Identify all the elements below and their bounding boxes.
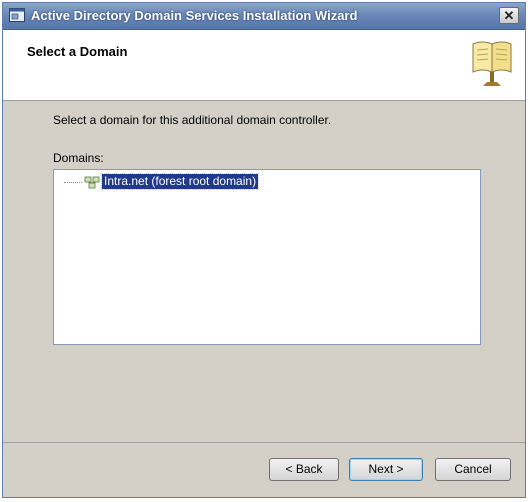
close-icon: ✕ xyxy=(503,8,515,23)
wizard-app-icon xyxy=(9,8,25,22)
domains-label: Domains: xyxy=(53,151,104,165)
instruction-text: Select a domain for this additional doma… xyxy=(53,113,332,127)
wizard-content: Select a domain for this additional doma… xyxy=(3,101,525,443)
back-button[interactable]: < Back xyxy=(269,458,339,481)
close-button[interactable]: ✕ xyxy=(499,7,519,24)
title-bar[interactable]: Active Directory Domain Services Install… xyxy=(3,3,525,30)
window-title: Active Directory Domain Services Install… xyxy=(31,8,358,23)
domain-icon xyxy=(84,176,100,189)
wizard-header: Select a Domain xyxy=(3,30,525,101)
wizard-footer: < Back Next > Cancel xyxy=(3,442,525,497)
book-icon xyxy=(472,41,512,86)
tree-connector xyxy=(64,182,82,183)
domains-tree[interactable]: Intra.net (forest root domain) xyxy=(53,169,481,345)
page-title: Select a Domain xyxy=(27,44,128,59)
tree-node-label[interactable]: Intra.net (forest root domain) xyxy=(100,173,260,190)
cancel-button[interactable]: Cancel xyxy=(435,458,511,481)
wizard-window: Active Directory Domain Services Install… xyxy=(2,2,526,498)
next-button[interactable]: Next > xyxy=(349,458,423,481)
